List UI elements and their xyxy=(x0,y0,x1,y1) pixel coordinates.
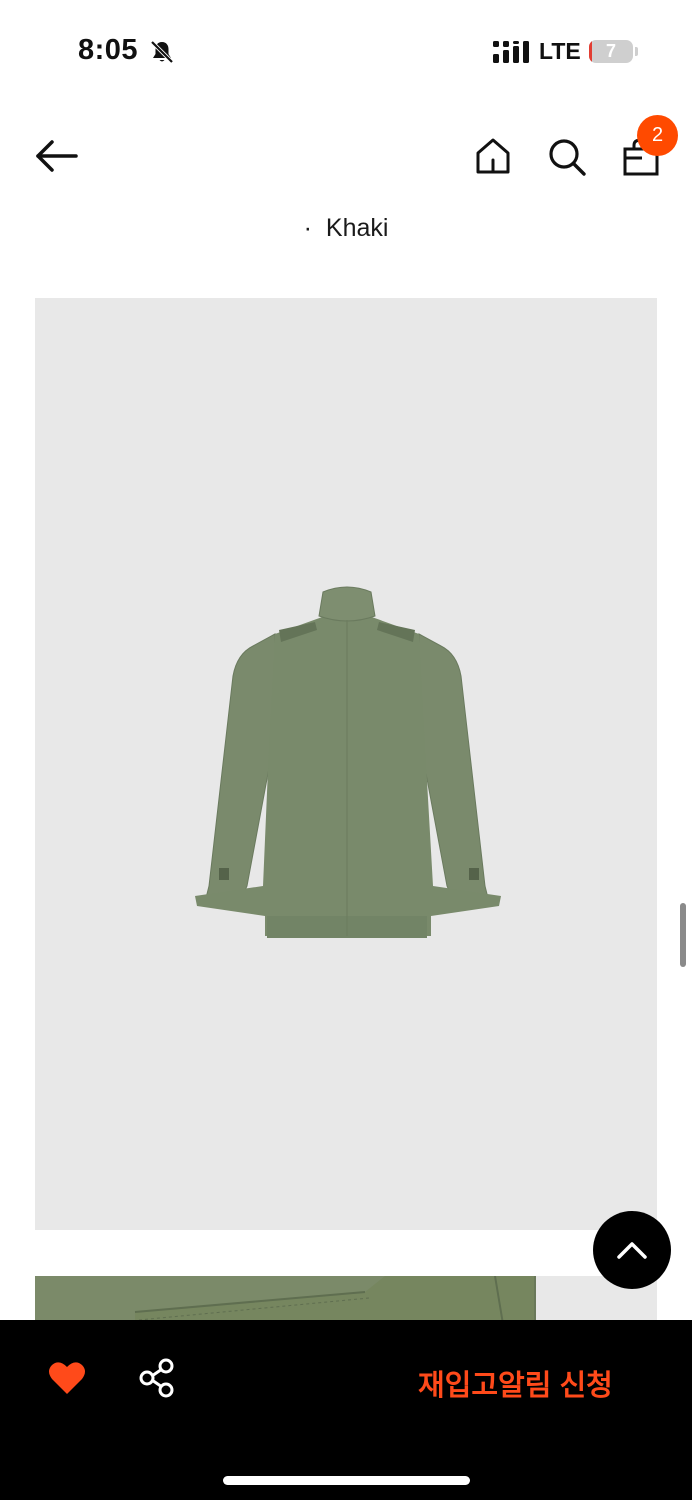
bottom-action-bar: 재입고알림 신청 xyxy=(0,1320,692,1500)
heart-icon[interactable] xyxy=(48,1360,86,1396)
chevron-up-icon xyxy=(617,1242,647,1259)
home-icon[interactable] xyxy=(474,136,512,176)
search-icon[interactable] xyxy=(546,136,588,178)
color-name: Khaki xyxy=(325,214,389,242)
bell-slash-icon xyxy=(150,40,174,64)
scrollbar[interactable] xyxy=(680,903,686,967)
battery-level: 7 xyxy=(605,41,616,61)
cart-count-badge[interactable]: 2 xyxy=(637,115,678,156)
home-indicator[interactable] xyxy=(223,1476,470,1485)
top-nav xyxy=(0,100,692,210)
restock-alert-button[interactable]: 재입고알림 신청 xyxy=(418,1362,613,1404)
scroll-to-top-button[interactable] xyxy=(593,1211,671,1289)
network-type: LTE xyxy=(539,38,581,64)
color-option-label: · Khaki xyxy=(0,214,692,243)
status-time: 8:05 xyxy=(78,34,139,66)
battery-icon: 7 xyxy=(589,40,633,63)
share-icon[interactable] xyxy=(138,1358,176,1398)
status-bar: 8:05 LTE 7 xyxy=(0,0,692,100)
signal-icon xyxy=(493,41,529,63)
product-image[interactable] xyxy=(35,298,657,1230)
bullet-dot: · xyxy=(303,214,312,242)
battery-nub xyxy=(635,47,638,56)
jacket-back-image xyxy=(195,586,501,938)
back-arrow-icon[interactable] xyxy=(30,136,82,176)
